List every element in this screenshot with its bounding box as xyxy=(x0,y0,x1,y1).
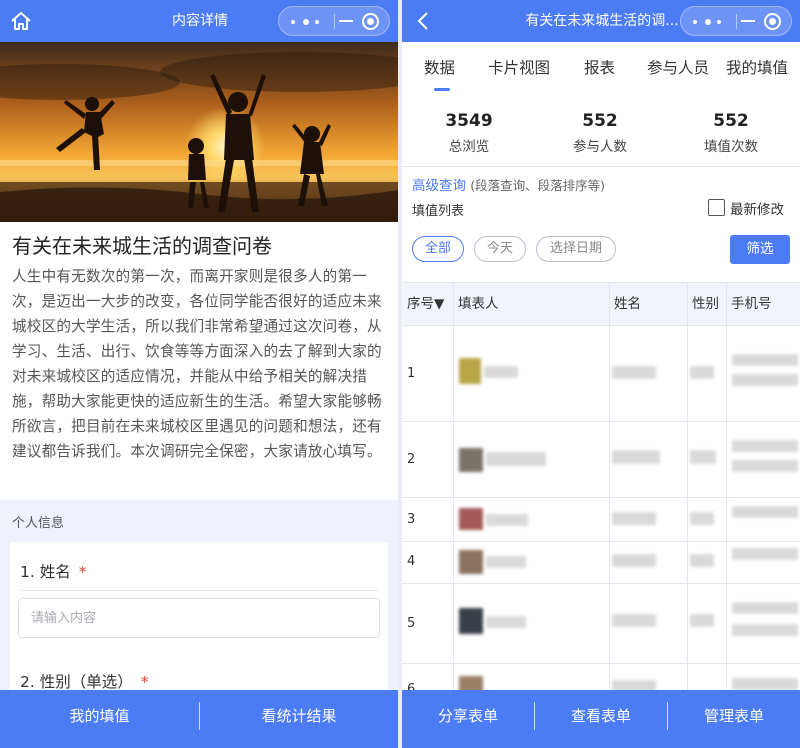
more-dots-icon[interactable] xyxy=(291,19,319,25)
col-gender: 性别 xyxy=(692,296,719,312)
chip-all[interactable]: 全部 xyxy=(412,236,464,262)
required-mark: * xyxy=(78,563,87,581)
minimize-icon[interactable] xyxy=(339,20,353,22)
tab-my-entries[interactable]: 我的填值 xyxy=(726,56,788,78)
more-dots-icon[interactable] xyxy=(693,19,721,25)
latest-modified-label: 最新修改 xyxy=(730,202,784,218)
table-row[interactable]: 4 xyxy=(402,542,800,584)
mini-program-capsule xyxy=(680,6,792,36)
right-title-bar: 有关在未来城生活的调... xyxy=(402,0,800,42)
left-bottom-bar: 我的填值 看统计结果 xyxy=(0,690,398,748)
left-title-bar: 内容详情 xyxy=(0,0,398,42)
hero-image xyxy=(0,42,398,222)
table-row[interactable]: 5 xyxy=(402,584,800,664)
stat-participants: 552 参与人数 xyxy=(573,111,627,155)
chip-select-date[interactable]: 选择日期 xyxy=(536,236,616,262)
active-tab-indicator xyxy=(434,88,450,91)
avatar xyxy=(459,676,483,690)
avatar xyxy=(459,550,483,574)
latest-modified-checkbox[interactable]: 最新修改 xyxy=(708,198,790,218)
survey-detail-screen: 内容详情 有关在未来城生活的调查问卷 人生中有无数次的第一次，而离开家则是很多人… xyxy=(0,0,398,748)
view-form-button[interactable]: 查看表单 xyxy=(535,690,667,742)
minimize-icon[interactable] xyxy=(741,20,755,22)
survey-description: 人生中有无数次的第一次，而离开家则是很多人的第一次，是迈出一大步的改变，各位同学… xyxy=(12,268,382,460)
tab-bar: 数据 卡片视图 报表 参与人员 我的填值 xyxy=(402,42,800,94)
close-target-icon[interactable] xyxy=(362,13,379,30)
fill-list-label: 填值列表 xyxy=(412,204,465,219)
col-name: 姓名 xyxy=(614,296,641,312)
section-label: 个人信息 xyxy=(12,516,65,531)
table-header: 序号▼ 填表人 姓名 性别 手机号 xyxy=(402,282,800,326)
table-row[interactable]: 2 xyxy=(402,422,800,498)
tab-report[interactable]: 报表 xyxy=(584,56,615,78)
checkbox-icon[interactable] xyxy=(708,199,725,216)
col-phone: 手机号 xyxy=(731,296,772,312)
page-title: 有关在未来城生活的调... xyxy=(525,13,679,29)
my-entries-button[interactable]: 我的填值 xyxy=(0,690,199,742)
tab-participants[interactable]: 参与人员 xyxy=(647,56,709,78)
advanced-query: 高级查询 (段落查询、段落排序等) xyxy=(412,174,605,194)
close-target-icon[interactable] xyxy=(764,13,781,30)
filter-button[interactable]: 筛选 xyxy=(730,235,790,264)
table-row[interactable]: 6 xyxy=(402,664,800,690)
col-index[interactable]: 序号▼ xyxy=(402,283,453,325)
stats-row: 3549 总浏览 552 参与人数 552 填值次数 xyxy=(402,96,800,166)
advanced-query-link[interactable]: 高级查询 xyxy=(412,178,466,194)
question-card: 1. 姓名* 2. 性别（单选）* xyxy=(10,542,388,702)
question-1-label: 1. 姓名 * xyxy=(20,563,87,581)
table-row[interactable]: 1 xyxy=(402,326,800,422)
back-icon[interactable] xyxy=(416,11,430,31)
manage-form-button[interactable]: 管理表单 xyxy=(668,690,800,742)
avatar xyxy=(459,448,483,472)
stat-total-views: 3549 总浏览 xyxy=(445,111,493,155)
avatar xyxy=(459,608,483,634)
avatar xyxy=(459,358,481,384)
stat-fill-count: 552 填值次数 xyxy=(704,111,758,155)
mini-program-capsule xyxy=(278,6,390,36)
col-filler: 填表人 xyxy=(458,296,499,312)
chip-today[interactable]: 今天 xyxy=(474,236,526,262)
tab-data[interactable]: 数据 xyxy=(424,56,455,78)
table-row[interactable]: 3 xyxy=(402,498,800,542)
question-2-label: 2. 性别（单选） * xyxy=(20,673,149,691)
survey-title: 有关在未来城生活的调查问卷 xyxy=(12,234,272,258)
share-form-button[interactable]: 分享表单 xyxy=(402,690,534,742)
required-mark: * xyxy=(140,673,149,691)
right-bottom-bar: 分享表单 查看表单 管理表单 xyxy=(402,690,800,748)
advanced-query-note: (段落查询、段落排序等) xyxy=(470,178,606,193)
page-title: 内容详情 xyxy=(172,13,228,29)
survey-data-screen: 有关在未来城生活的调... 数据 卡片视图 报表 参与人员 我的填值 3549 … xyxy=(402,0,800,748)
data-table: 序号▼ 填表人 姓名 性别 手机号 1 2 3 4 5 6 xyxy=(402,270,800,690)
avatar xyxy=(459,508,483,530)
view-statistics-button[interactable]: 看统计结果 xyxy=(200,690,398,742)
name-input[interactable] xyxy=(18,598,380,638)
home-icon[interactable] xyxy=(10,10,32,32)
tab-card-view[interactable]: 卡片视图 xyxy=(488,56,550,78)
